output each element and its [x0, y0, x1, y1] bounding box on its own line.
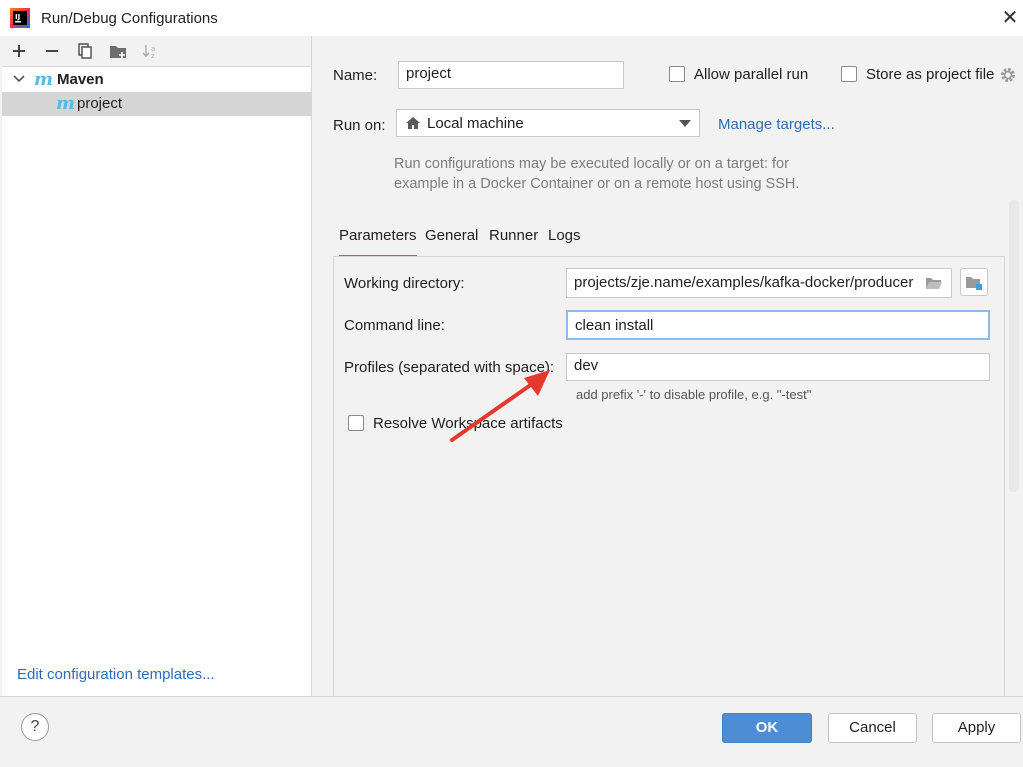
caret-down-icon	[679, 120, 691, 127]
run-on-value: Local machine	[427, 115, 524, 132]
run-on-hint: Run configurations may be executed local…	[394, 154, 834, 194]
gear-icon[interactable]	[999, 66, 1017, 84]
chevron-down-icon[interactable]	[12, 72, 26, 86]
resolve-workspace-checkbox[interactable]	[348, 415, 364, 431]
tree-item-label: project	[77, 95, 123, 112]
dialog-footer: ? OK Cancel Apply	[0, 696, 1023, 767]
tab-parameters[interactable]: Parameters	[339, 227, 417, 258]
scrollbar[interactable]	[1009, 200, 1019, 492]
maven-config-icon: m	[56, 93, 76, 114]
sort-icon[interactable]: az	[140, 40, 162, 62]
profiles-hint: add prefix '-' to disable profile, e.g. …	[576, 387, 812, 402]
maven-icon: m	[34, 69, 54, 90]
copy-icon[interactable]	[74, 40, 96, 62]
new-folder-icon[interactable]	[107, 40, 129, 62]
help-button[interactable]: ?	[21, 713, 49, 741]
run-debug-dialog: IJ Run/Debug Configurations ✕ az m Maven…	[0, 0, 1023, 767]
tree-group-label: Maven	[57, 71, 104, 88]
ok-button[interactable]: OK	[722, 713, 812, 743]
name-label: Name:	[333, 67, 378, 84]
sidebar-toolbar: az	[2, 36, 311, 67]
close-icon[interactable]: ✕	[1000, 8, 1020, 28]
working-dir-label: Working directory:	[344, 275, 465, 292]
cancel-button[interactable]: Cancel	[828, 713, 917, 743]
run-on-label: Run on:	[333, 117, 386, 134]
remove-icon[interactable]	[41, 40, 63, 62]
parameters-panel: Working directory: projects/zje.name/exa…	[333, 256, 1005, 697]
tree-item-project[interactable]: m project	[2, 92, 311, 116]
allow-parallel-checkbox[interactable]	[669, 66, 685, 82]
folder-open-icon[interactable]	[925, 276, 943, 290]
working-dir-field[interactable]: projects/zje.name/examples/kafka-docker/…	[566, 268, 952, 298]
store-as-project-label: Store as project file	[866, 66, 995, 83]
hint-line-2: example in a Docker Container or on a re…	[394, 176, 800, 192]
title-bar: IJ Run/Debug Configurations ✕	[0, 0, 1023, 36]
command-line-label: Command line:	[344, 317, 445, 334]
tree-group-maven[interactable]: m Maven	[2, 68, 311, 92]
allow-parallel-label: Allow parallel run	[694, 66, 809, 83]
folder-macro-icon	[966, 277, 982, 290]
resolve-workspace-label: Resolve Workspace artifacts	[373, 415, 563, 432]
intellij-app-icon: IJ	[10, 8, 30, 28]
command-line-field[interactable]: clean install	[566, 310, 990, 340]
apply-button[interactable]: Apply	[932, 713, 1021, 743]
tab-logs[interactable]: Logs	[548, 227, 581, 255]
profiles-field[interactable]: dev	[566, 353, 990, 381]
manage-targets-link[interactable]: Manage targets...	[718, 116, 835, 133]
working-dir-value: projects/zje.name/examples/kafka-docker/…	[574, 274, 914, 291]
add-icon[interactable]	[8, 40, 30, 62]
window-title: Run/Debug Configurations	[41, 10, 218, 27]
tab-runner[interactable]: Runner	[489, 227, 538, 255]
hint-line-1: Run configurations may be executed local…	[394, 156, 789, 172]
name-field[interactable]: project	[398, 61, 624, 89]
configuration-editor: Name: project Allow parallel run Store a…	[312, 36, 1023, 697]
svg-text:z: z	[151, 52, 155, 59]
home-icon	[406, 117, 420, 129]
run-on-dropdown[interactable]: Local machine	[396, 109, 700, 137]
tab-general[interactable]: General	[425, 227, 478, 255]
macros-button[interactable]	[960, 268, 988, 296]
edit-templates-link[interactable]: Edit configuration templates...	[17, 666, 215, 683]
store-as-project-checkbox[interactable]	[841, 66, 857, 82]
profiles-label: Profiles (separated with space):	[344, 359, 555, 376]
svg-text:IJ: IJ	[15, 13, 20, 21]
configurations-sidebar: az m Maven m project Edit configuration …	[2, 36, 312, 696]
